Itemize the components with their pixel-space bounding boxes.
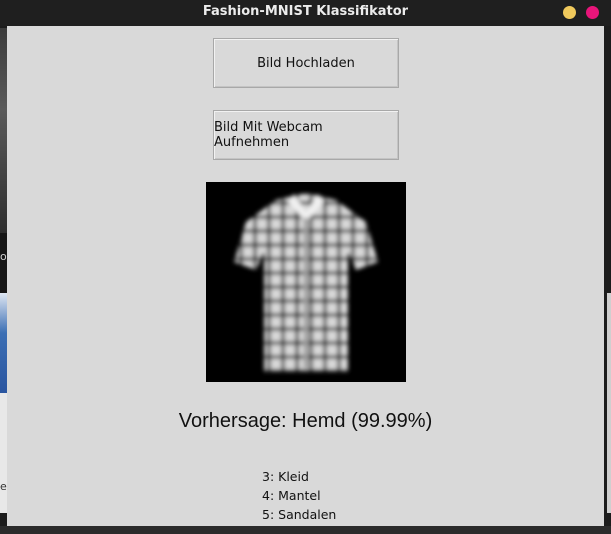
background-text-fragment: e [0, 480, 7, 493]
minimize-button[interactable] [563, 6, 576, 19]
background-window-fragment [0, 293, 7, 393]
background-window-fragment [0, 393, 7, 513]
shirt-icon [234, 194, 378, 372]
background-text-fragment: o [0, 250, 7, 263]
desktop-background [0, 526, 611, 534]
window-title: Fashion-MNIST Klassifikator [202, 4, 409, 19]
upload-image-button[interactable]: Bild Hochladen [213, 38, 399, 88]
prediction-label: Vorhersage: Hemd (99.99%) [178, 410, 433, 432]
background-window-fragment [607, 293, 611, 513]
list-item: 5: Sandalen [262, 507, 337, 522]
input-image-preview [206, 182, 406, 382]
close-button[interactable] [586, 6, 599, 19]
background-window-fragment [0, 233, 7, 293]
list-item: 4: Mantel [262, 488, 321, 503]
app-window-content: Bild Hochladen Bild Mit Webcam Aufnehmen [7, 26, 604, 526]
background-window-fragment [0, 28, 7, 233]
webcam-capture-button[interactable]: Bild Mit Webcam Aufnehmen [213, 110, 399, 160]
list-item: 3: Kleid [262, 469, 309, 484]
window-titlebar[interactable]: Fashion-MNIST Klassifikator [0, 0, 611, 26]
class-probability-list: 3: Kleid 4: Mantel 5: Sandalen [262, 467, 336, 524]
